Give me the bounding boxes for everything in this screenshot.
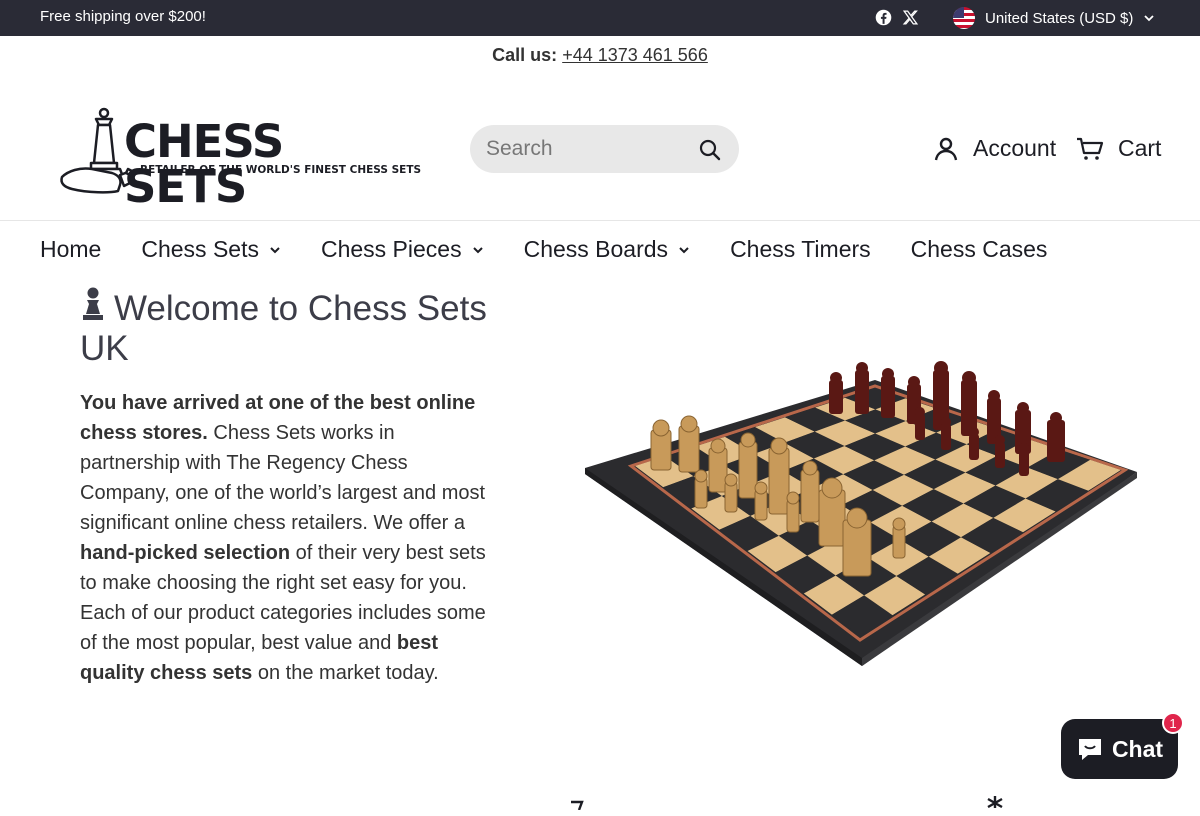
nav-item-home[interactable]: Home [40,236,101,263]
chevron-down-icon [1144,15,1155,22]
intro-text-3: on the market today. [252,662,439,684]
chess-set-image [585,361,1137,666]
header-divider [0,220,1200,221]
announcement-bar: Free shipping over $200! United States (… [0,0,1200,36]
chevron-down-icon [679,246,689,253]
nav-label: Home [40,236,102,262]
nav-label: Chess Boards [523,236,669,262]
facebook-icon[interactable] [875,9,892,26]
nav-label: Chess Timers [730,236,871,262]
logo-tagline: RETAILER OF THE WORLD'S FINEST CHESS SET… [140,164,422,176]
cart-icon [1077,137,1104,160]
phone-link[interactable]: +44 1373 461 566 [562,45,708,65]
chevron-down-icon [472,246,483,253]
intro-bold-2: hand-picked selection [80,542,291,564]
nav-item-chess-pieces[interactable]: Chess Pieces [321,236,484,263]
account-label: Account [973,135,1057,161]
nav-item-chess-timers[interactable]: Chess Timers [730,236,871,263]
user-icon [934,137,958,160]
site-logo[interactable]: CHESS SETS RETAILER OF THE WORLD'S FINES… [58,105,421,209]
currency-selector[interactable]: United States (USD $) [953,7,1155,29]
call-us-label: Call us: [492,45,558,65]
below-fold-glyph [570,790,584,816]
cart-label: Cart [1118,135,1162,161]
x-icon[interactable] [902,9,919,26]
currency-label: United States (USD $) [985,9,1134,27]
chat-button[interactable]: Chat [1061,719,1178,779]
main-nav: Home Chess Sets Chess Pieces Chess Board… [40,236,1087,263]
pawn-icon [83,287,103,320]
account-link[interactable]: Account [933,135,1056,162]
page-title: Welcome to Chess Sets UK [80,286,500,369]
search-icon[interactable] [698,138,722,162]
nav-label: Chess Sets [141,236,259,262]
us-flag-icon [953,7,975,29]
chevron-down-icon [270,246,280,253]
chat-notification-badge: 1 [1162,712,1184,734]
shipping-message: Free shipping over $200! [40,8,206,25]
search-input[interactable] [486,135,686,163]
nav-item-chess-boards[interactable]: Chess Boards [524,236,690,263]
nav-label: Chess Cases [910,236,1048,262]
cart-link[interactable]: Cart [1076,135,1161,162]
nav-label: Chess Pieces [320,236,462,262]
social-links [875,9,919,26]
intro-paragraph: You have arrived at one of the best onli… [80,388,490,688]
chat-bubble-icon [1078,739,1101,760]
below-fold-sparkle-icon [984,788,1006,814]
page-title-text: Welcome to Chess Sets UK [80,289,487,368]
chat-label: Chat [1111,735,1164,762]
call-us-line: Call us: +44 1373 461 566 [0,45,1200,66]
nav-item-chess-cases[interactable]: Chess Cases [911,236,1048,263]
nav-item-chess-sets[interactable]: Chess Sets [141,236,281,263]
search-bar [470,125,739,173]
